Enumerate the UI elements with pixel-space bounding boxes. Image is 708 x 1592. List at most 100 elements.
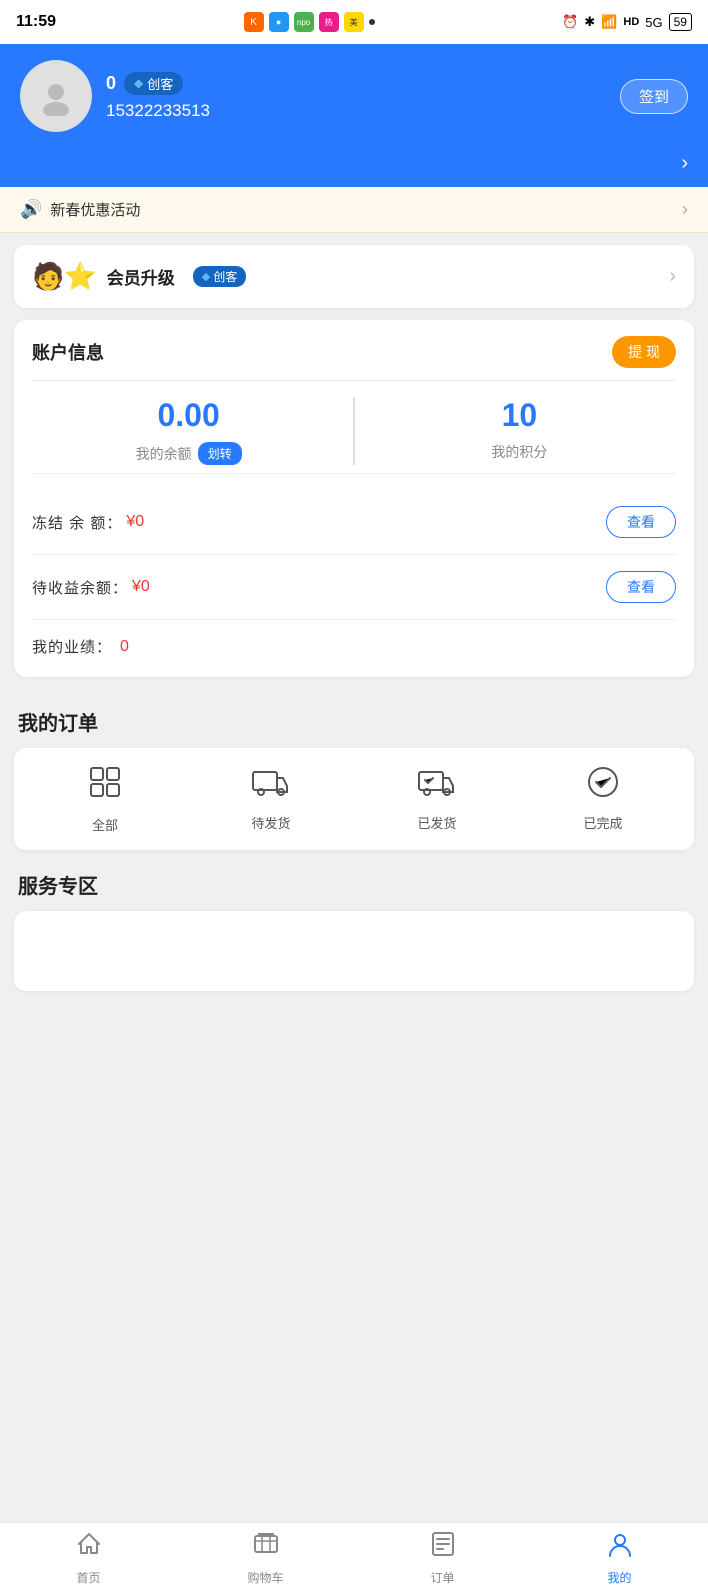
services-card <box>14 911 694 991</box>
services-section-title: 服务专区 <box>0 862 708 911</box>
nav-label-cart: 购物车 <box>247 1569 283 1586</box>
withdraw-button[interactable]: 提 现 <box>612 336 676 368</box>
points-amount: 10 <box>502 397 538 434</box>
banner-left: 🔊 新春优惠活动 <box>20 199 140 220</box>
order-item-all[interactable]: 全部 <box>22 764 188 834</box>
vertical-divider <box>353 397 355 465</box>
member-badge: ◆ 创客 <box>193 266 246 287</box>
member-arrow: › <box>669 265 676 288</box>
profile-info: 0 ◆ 创客 15322233513 <box>106 72 210 121</box>
checkin-button[interactable]: 签到 <box>620 79 688 114</box>
orders-row: 全部 待发货 <box>22 764 686 834</box>
hd-icon: HD <box>623 16 639 28</box>
all-orders-icon <box>87 764 123 807</box>
account-divider <box>32 380 676 381</box>
pending-ship-icon <box>251 764 291 805</box>
cart-icon <box>252 1530 280 1565</box>
member-icon: 🧑‍⭐ <box>32 261 97 292</box>
order-item-shipped[interactable]: 已发货 <box>354 764 520 832</box>
nav-label-orders: 订单 <box>430 1569 454 1586</box>
performance-value: 0 <box>120 638 129 656</box>
wifi-icon: 📶 <box>601 14 617 30</box>
app-icon-k: K <box>244 12 264 32</box>
frozen-view-button[interactable]: 查看 <box>606 506 676 538</box>
orders-section: 我的订单 全部 <box>0 689 708 850</box>
nav-item-home[interactable]: 首页 <box>0 1530 177 1586</box>
vip-label: 创客 <box>147 74 173 93</box>
status-time: 11:59 <box>16 13 56 31</box>
vip-badge: ◆ 创客 <box>124 72 183 95</box>
member-row[interactable]: 🧑‍⭐ 会员升级 ◆ 创客 › <box>32 261 676 292</box>
member-diamond-icon: ◆ <box>202 270 210 283</box>
banner-arrow: › <box>682 199 688 220</box>
account-info-card: 账户信息 提 现 0.00 我的余额 划转 10 我的积分 冻结 余 额： ¥0… <box>14 320 694 677</box>
order-label-shipped: 已发货 <box>417 813 456 832</box>
speaker-icon: 🔊 <box>20 199 42 220</box>
profile-left: 0 ◆ 创客 15322233513 <box>20 60 210 132</box>
profile-top-row: 0 ◆ 创客 <box>106 72 210 95</box>
nav-label-home: 首页 <box>76 1569 100 1586</box>
nav-label-mine: 我的 <box>607 1569 631 1586</box>
mine-icon <box>606 1530 634 1565</box>
app-icon-pink: 热 <box>319 12 339 32</box>
performance-label: 我的业绩： <box>32 636 112 657</box>
account-title: 账户信息 <box>32 339 104 365</box>
nav-item-cart[interactable]: 购物车 <box>177 1530 354 1586</box>
frozen-label: 冻结 余 额： <box>32 512 122 533</box>
bluetooth-icon: ✱ <box>584 14 595 30</box>
notification-dot <box>369 19 375 25</box>
profile-nav-arrow: › <box>681 152 688 175</box>
profile-phone: 15322233513 <box>106 101 210 121</box>
profile-arrow-row[interactable]: › <box>0 152 708 187</box>
member-upgrade-title: 会员升级 <box>107 264 175 289</box>
points-item: 10 我的积分 <box>363 397 676 465</box>
orders-card: 全部 待发货 <box>14 748 694 850</box>
app-icon-cam: ● <box>269 12 289 32</box>
services-section: 服务专区 <box>0 862 708 991</box>
order-label-all: 全部 <box>92 815 118 834</box>
app-icon-green: npo <box>294 12 314 32</box>
pending-label: 待收益余额： <box>32 577 128 598</box>
order-item-pending-ship[interactable]: 待发货 <box>188 764 354 832</box>
member-upgrade-card: 🧑‍⭐ 会员升级 ◆ 创客 › <box>14 245 694 308</box>
status-icons: ⏰ ✱ 📶 HD 5G 59 <box>562 13 692 31</box>
points-label: 我的积分 <box>491 442 547 462</box>
bottom-nav: 首页 购物车 订单 <box>0 1522 708 1592</box>
member-badge-label: 创客 <box>213 268 237 285</box>
pending-value: ¥0 <box>132 578 150 596</box>
orders-icon <box>429 1530 457 1565</box>
member-left: 🧑‍⭐ 会员升级 ◆ 创客 <box>32 261 246 292</box>
order-label-completed: 已完成 <box>583 813 622 832</box>
balance-item: 0.00 我的余额 划转 <box>32 397 345 465</box>
nav-item-mine[interactable]: 我的 <box>531 1530 708 1586</box>
status-apps: K ● npo 热 美 <box>244 12 375 32</box>
frozen-balance-row: 冻结 余 额： ¥0 查看 <box>32 490 676 555</box>
balance-label: 我的余额 <box>136 444 192 464</box>
home-icon <box>75 1530 103 1565</box>
balance-row: 0.00 我的余额 划转 10 我的积分 <box>32 397 676 465</box>
performance-row: 我的业绩： 0 <box>32 620 676 661</box>
signal-icon: 5G <box>645 15 662 30</box>
pending-view-button[interactable]: 查看 <box>606 571 676 603</box>
avatar <box>20 60 92 132</box>
profile-section: 0 ◆ 创客 15322233513 签到 <box>0 44 708 152</box>
profile-count: 0 <box>106 73 116 94</box>
completed-icon <box>585 764 621 805</box>
checkin-label: 签到 <box>639 86 669 107</box>
alarm-icon: ⏰ <box>562 14 578 30</box>
frozen-value: ¥0 <box>126 513 144 531</box>
transfer-button[interactable]: 划转 <box>198 442 242 465</box>
balance-label-row: 我的余额 划转 <box>136 442 242 465</box>
account-header: 账户信息 提 现 <box>32 336 676 368</box>
orders-section-title: 我的订单 <box>0 689 708 748</box>
pending-balance-row: 待收益余额： ¥0 查看 <box>32 555 676 620</box>
promo-banner[interactable]: 🔊 新春优惠活动 › <box>0 187 708 233</box>
shipped-icon <box>417 764 457 805</box>
status-bar: 11:59 K ● npo 热 美 ⏰ ✱ 📶 HD 5G 59 <box>0 0 708 44</box>
balance-amount: 0.00 <box>157 397 219 434</box>
nav-item-orders[interactable]: 订单 <box>354 1530 531 1586</box>
order-item-completed[interactable]: 已完成 <box>520 764 686 832</box>
battery-icon: 59 <box>669 13 692 31</box>
banner-text: 新春优惠活动 <box>50 199 140 220</box>
app-icon-meituan: 美 <box>344 12 364 32</box>
